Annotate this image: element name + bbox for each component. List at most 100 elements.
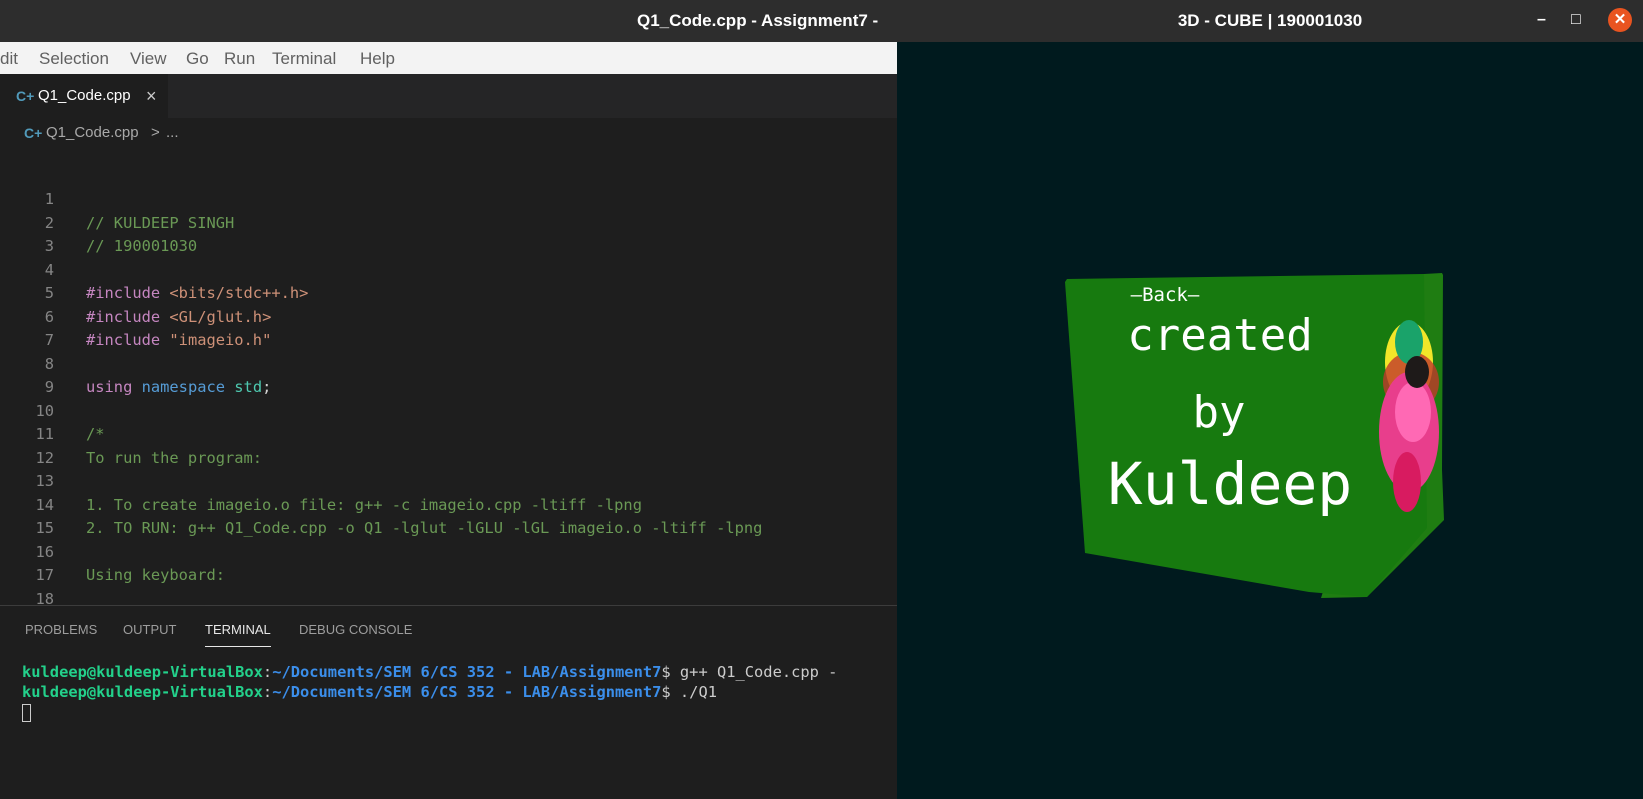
- tab-output[interactable]: OUTPUT: [123, 622, 176, 637]
- line-number: 14: [35, 495, 54, 514]
- code-line: 13: [0, 470, 897, 494]
- code-token: "imageio.h": [169, 331, 272, 349]
- code-token: 2. TO RUN: g++ Q1_Code.cpp -o Q1 -lglut …: [86, 519, 763, 537]
- code-token: // KULDEEP SINGH: [86, 213, 235, 232]
- code-line: 16: [0, 541, 897, 565]
- code-line: 14 1. To create imageio.o file: g++ -c im…: [0, 494, 897, 518]
- menu-help[interactable]: Help: [360, 49, 395, 69]
- code-text: /*: [86, 423, 105, 447]
- line-number: 15: [35, 519, 54, 537]
- cpp-file-icon: C+: [24, 125, 43, 141]
- menu-selection[interactable]: Selection: [39, 49, 109, 69]
- code-line: 2 // KULDEEP SINGH: [0, 212, 897, 236]
- tab-terminal[interactable]: TERMINAL: [205, 622, 271, 647]
- code-text: 2. TO RUN: g++ Q1_Code.cpp -o Q1 -lglut …: [86, 517, 762, 541]
- code-token: <GL/glut.h>: [169, 307, 272, 326]
- menu-terminal[interactable]: Terminal: [272, 49, 336, 69]
- close-icon[interactable]: ✕: [1608, 8, 1632, 32]
- tab-problems[interactable]: PROBLEMS: [25, 622, 97, 637]
- code-line: 12 To run the program:: [0, 447, 897, 471]
- line-number: 7: [44, 331, 54, 349]
- line-number: 13: [35, 472, 54, 490]
- code-text: To run the program:: [86, 447, 262, 471]
- code-token: ;: [262, 378, 272, 396]
- menu-go[interactable]: Go: [186, 49, 209, 69]
- vscode-titlebar: Q1_Code.cpp - Assignment7 -: [0, 0, 897, 42]
- line-number: 4: [44, 260, 54, 279]
- code-line: 18: [0, 588, 897, 606]
- code-token: #include: [86, 331, 170, 349]
- opengl-window: 3D - CUBE | 190001030 – □ ✕ —Back— creat…: [897, 0, 1643, 799]
- code-line: 7 #include "imageio.h": [0, 329, 897, 353]
- code-line: 9 using namespace std;: [0, 376, 897, 400]
- code-token: // 190001030: [86, 237, 198, 255]
- terminal-line: kuldeep@kuldeep-VirtualBox:~/Documents/S…: [22, 663, 838, 681]
- code-token: To run the program:: [86, 448, 263, 467]
- line-number: 3: [44, 237, 54, 255]
- menu-edit[interactable]: dit: [0, 49, 18, 69]
- cube-text-back: —Back—: [1131, 284, 1200, 306]
- menu-run[interactable]: Run: [224, 49, 255, 69]
- code-line: 3 // 190001030: [0, 235, 897, 259]
- code-line: 17 Using keyboard:: [0, 564, 897, 588]
- menu-view[interactable]: View: [130, 49, 167, 69]
- minimize-icon[interactable]: –: [1537, 0, 1546, 40]
- code-text: // KULDEEP SINGH: [86, 212, 234, 236]
- terminal-output[interactable]: kuldeep@kuldeep-VirtualBox:~/Documents/S…: [22, 662, 837, 722]
- code-line: 5 #include <bits/stdc++.h>: [0, 282, 897, 306]
- tab-debug-console[interactable]: DEBUG CONSOLE: [299, 622, 412, 637]
- code-token: Using keyboard:: [86, 566, 225, 584]
- code-text: #include "imageio.h": [86, 329, 271, 353]
- code-line: 15 2. TO RUN: g++ Q1_Code.cpp -o Q1 -lglu…: [0, 517, 897, 541]
- breadcrumb-more[interactable]: ...: [166, 118, 179, 148]
- code-line: 1: [0, 188, 897, 212]
- bottom-panel: PROBLEMS OUTPUT TERMINAL DEBUG CONSOLE k…: [0, 605, 897, 799]
- code-token: #include: [86, 284, 170, 302]
- vscode-window-title: Q1_Code.cpp - Assignment7 -: [637, 11, 879, 30]
- code-editor[interactable]: 1 2// KULDEEP SINGH 3// 190001030 4 5 #includ…: [0, 188, 897, 605]
- code-line: 10: [0, 400, 897, 424]
- line-number: 6: [44, 307, 54, 326]
- code-line: 8: [0, 353, 897, 377]
- close-icon[interactable]: ×: [146, 74, 157, 118]
- code-text: 1. To create imageio.o file: g++ -c imag…: [86, 494, 642, 518]
- line-number: 18: [35, 589, 54, 606]
- code-text: using namespace std;: [86, 376, 271, 400]
- code-line: 4: [0, 259, 897, 283]
- code-token: 1. To create imageio.o file: g++ -c imag…: [86, 495, 642, 514]
- line-number: 10: [35, 401, 54, 420]
- line-number: 17: [35, 566, 54, 584]
- breadcrumb-file[interactable]: Q1_Code.cpp: [46, 118, 139, 148]
- code-token: using: [86, 378, 142, 396]
- opengl-canvas[interactable]: —Back— created by Kuldeep: [897, 42, 1643, 799]
- line-number: 5: [44, 284, 54, 302]
- code-text: Using keyboard:: [86, 564, 225, 588]
- cube-text-kuldeep: Kuldeep: [1108, 450, 1352, 518]
- editor-tab-bar: C+ Q1_Code.cpp ×: [0, 74, 897, 118]
- terminal-line: kuldeep@kuldeep-VirtualBox:~/Documents/S…: [22, 683, 717, 701]
- terminal-cursor: [22, 703, 31, 722]
- line-number: 12: [35, 448, 54, 467]
- opengl-window-title: 3D - CUBE | 190001030: [1177, 11, 1363, 30]
- line-number: 11: [35, 425, 54, 443]
- line-number: 1: [44, 190, 54, 208]
- chevron-right-icon: >: [151, 124, 160, 141]
- maximize-icon[interactable]: □: [1571, 0, 1581, 40]
- line-number: 9: [44, 378, 54, 396]
- code-token: #include: [86, 307, 170, 326]
- code-text: #include <GL/glut.h>: [86, 306, 271, 330]
- vscode-window: Q1_Code.cpp - Assignment7 - dit Selectio…: [0, 0, 897, 799]
- line-number: 16: [35, 542, 54, 561]
- menu-bar: dit Selection View Go Run Terminal Help: [0, 42, 897, 74]
- code-line: 11 /*: [0, 423, 897, 447]
- tab-q1-code-cpp[interactable]: C+ Q1_Code.cpp ×: [0, 74, 168, 118]
- code-text: #include <bits/stdc++.h>: [86, 282, 308, 306]
- code-token: /*: [86, 425, 105, 443]
- code-token: std: [234, 378, 263, 396]
- line-number: 8: [44, 354, 54, 373]
- code-text: // 190001030: [86, 235, 197, 259]
- code-token: <bits/stdc++.h>: [169, 284, 309, 302]
- tab-label: Q1_Code.cpp: [38, 87, 131, 104]
- cube-text-created: created: [1127, 310, 1312, 361]
- code-token: namespace: [141, 378, 235, 396]
